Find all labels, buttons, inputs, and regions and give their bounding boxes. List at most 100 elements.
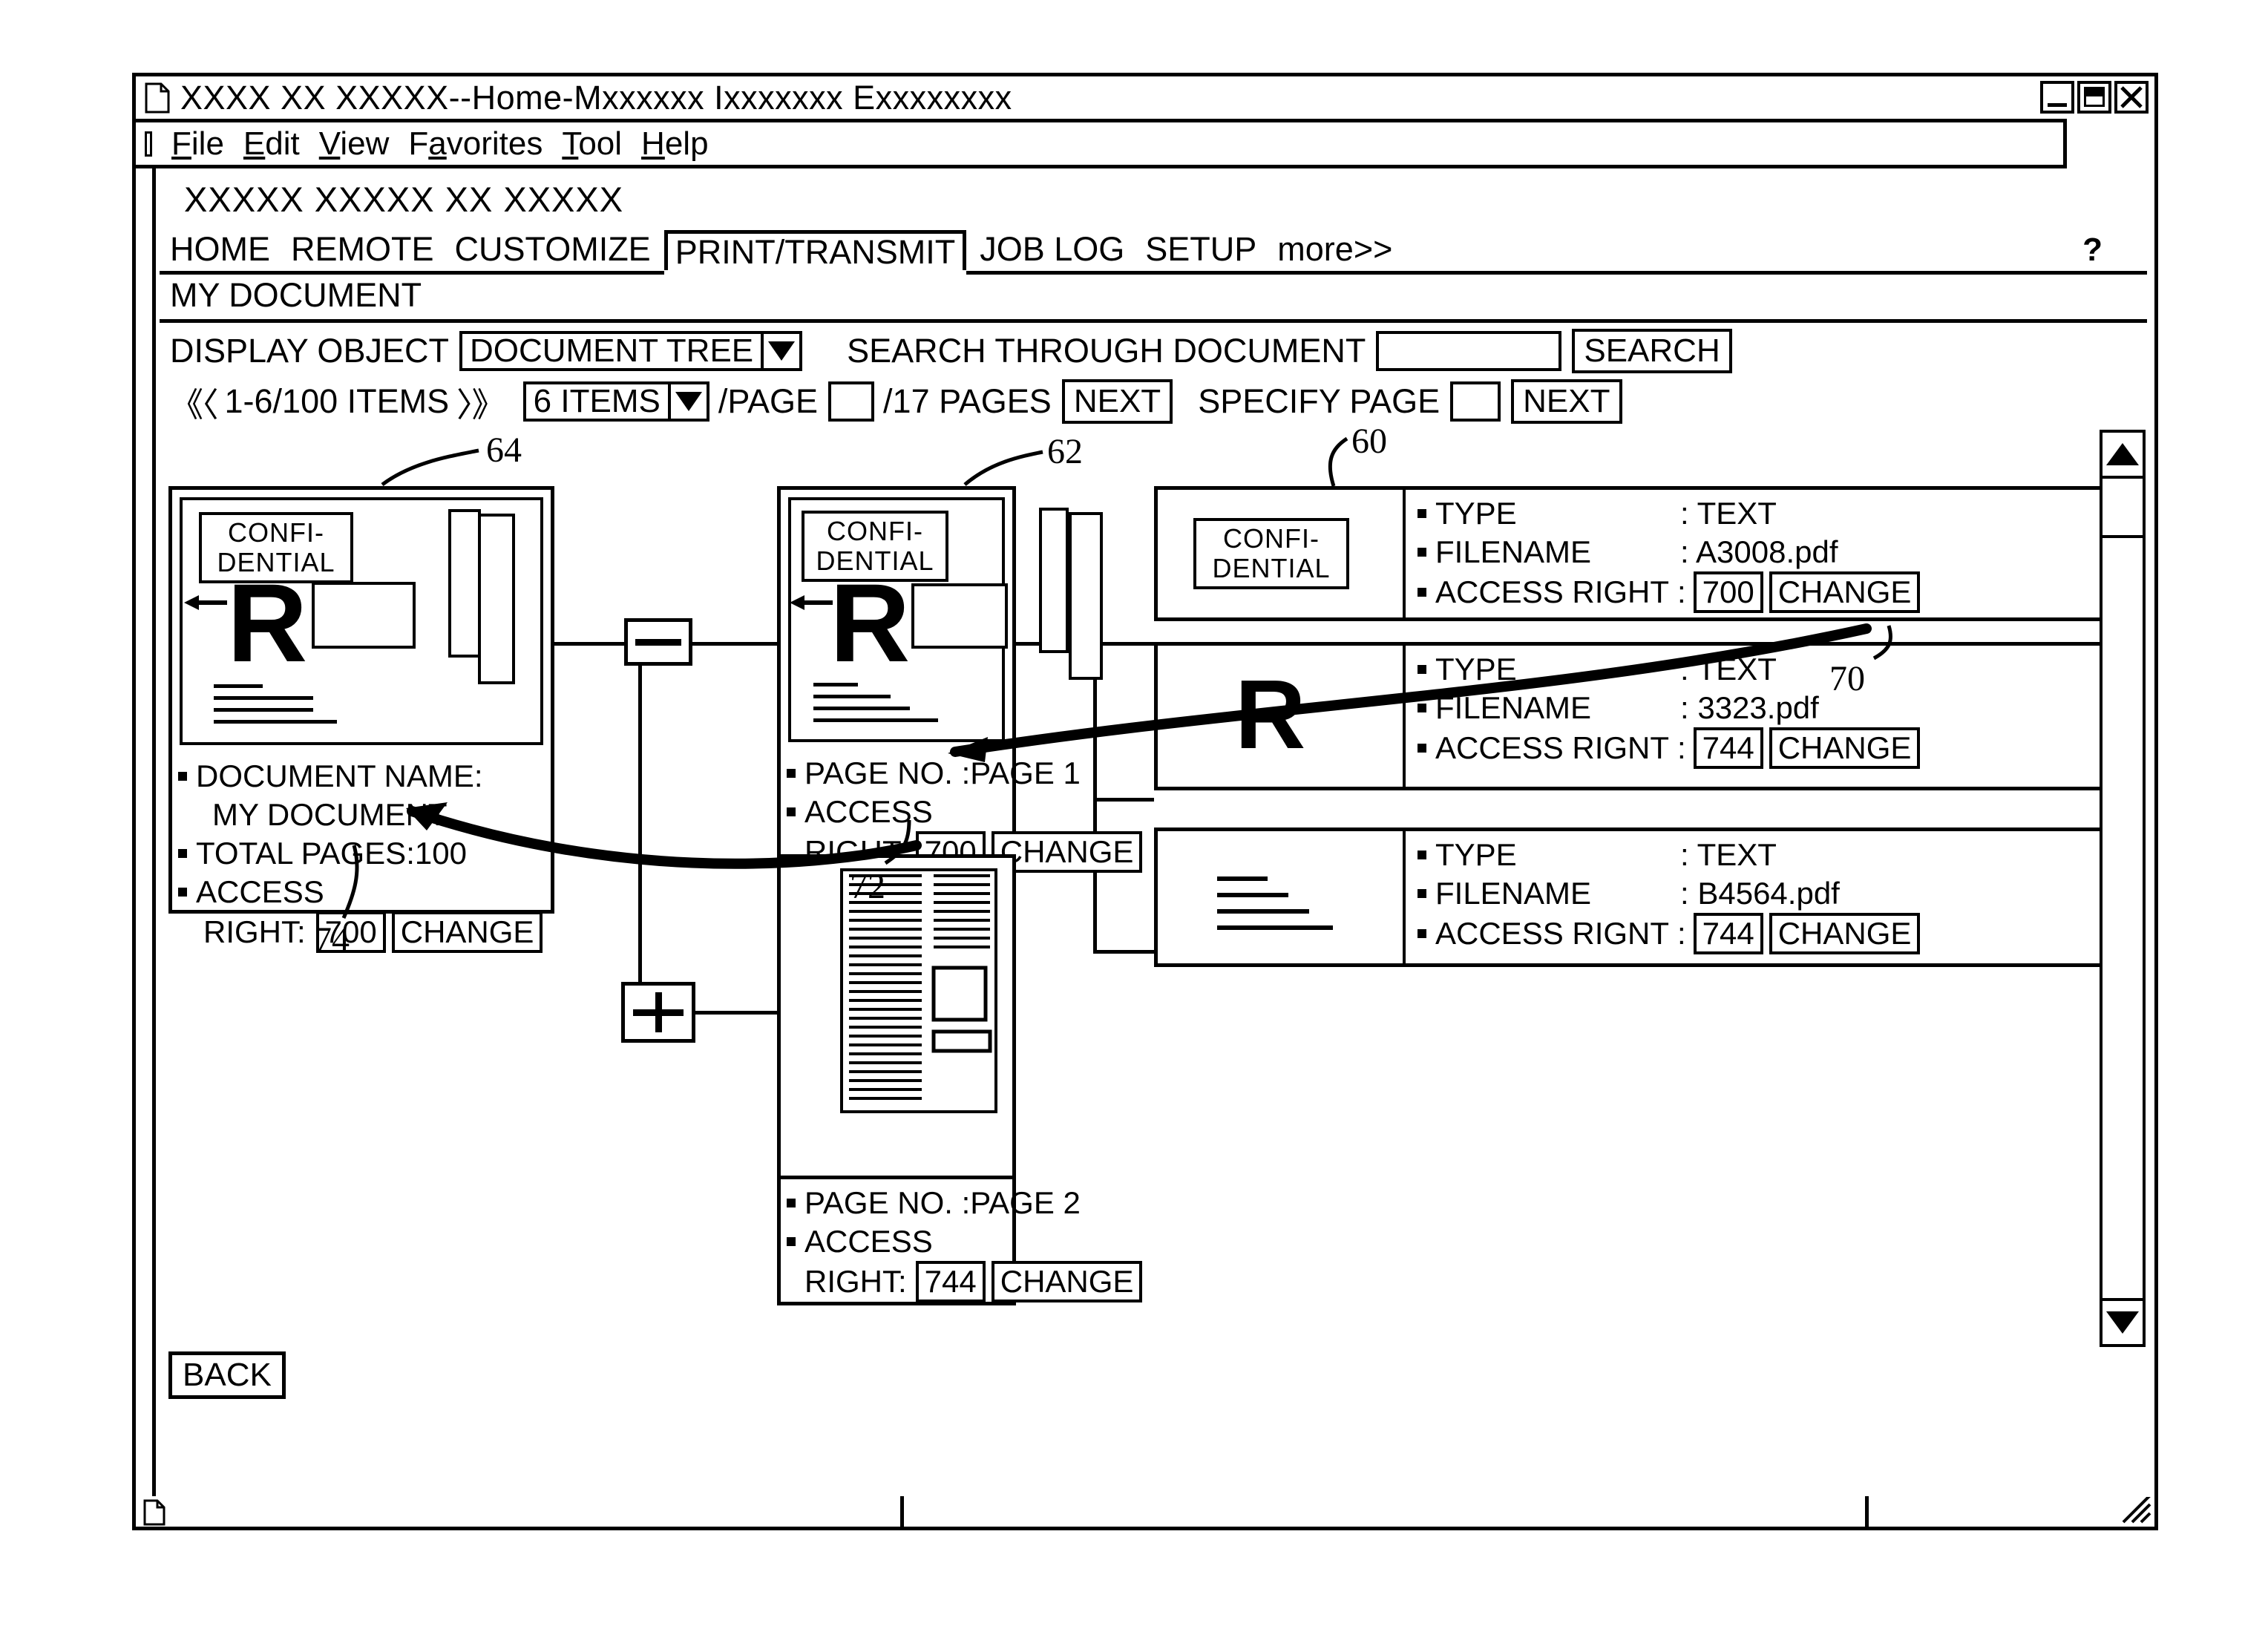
expand-toggle[interactable] [621,982,695,1043]
breadcrumb-label: MY DOCUMENT [170,276,422,314]
change-button[interactable]: CHANGE [1769,913,1921,954]
bullet-icon [1418,851,1426,859]
bullet-icon [787,769,796,778]
type-value: : TEXT [1680,837,1777,872]
preview-text-line [214,720,337,724]
back-button[interactable]: BACK [168,1351,286,1399]
scrollbar-thumb[interactable] [2103,479,2143,538]
minimize-button[interactable] [2040,81,2074,114]
tab-more[interactable]: more>> [1267,228,1403,271]
connector-file-2 [1093,798,1154,802]
page-node-card-2[interactable]: PAGE NO. :PAGE 2 ACCESS RIGHT: 744 CHANG… [777,854,1143,1305]
file-node-card-3[interactable]: TYPE : TEXT FILENAME : B4564.pdf ACCESS … [1154,828,2141,967]
specify-page-label: SPECIFY PAGE [1198,382,1441,420]
scroll-up-button[interactable] [2103,433,2143,479]
search-button[interactable]: SEARCH [1572,329,1732,373]
document-node-card[interactable]: CONFI- DENTIAL R DOCUMENT NAME: MY DOCUM… [168,486,554,953]
toolbar-area: DISPLAY OBJECT DOCUMENT TREE SEARCH THRO… [160,323,2147,427]
preview-text-line [214,684,263,688]
tab-job-log[interactable]: JOB LOG [969,228,1135,271]
pager-last-arrows[interactable]: 〉》 [456,378,505,426]
access-right-value[interactable]: 744 [1693,913,1763,954]
page-node-preview-1: CONFI- DENTIAL R [788,497,1103,742]
bullet-icon [1418,929,1426,938]
resize-grip-icon[interactable] [2107,1497,2151,1525]
document-name-key: DOCUMENT NAME: [196,758,483,793]
preview-letter: R [830,560,911,685]
menu-item-view[interactable]: View [319,125,390,163]
chevron-down-icon[interactable] [761,334,799,368]
items-per-page-select[interactable]: 6 ITEMS [522,381,709,422]
preview-bar-1 [448,509,481,658]
menu-item-favorites[interactable]: Favorites [408,125,543,163]
search-input[interactable] [1376,331,1562,371]
menu-item-file[interactable]: File [171,125,224,163]
window-titlebar: XXXX XX XXXXX--Home-Mxxxxxx Ixxxxxxx Exx… [136,76,2154,122]
preview-text-line [813,695,891,698]
specify-page-input[interactable] [1450,381,1501,422]
help-icon[interactable]: ? [2082,232,2103,269]
menu-item-help[interactable]: Help [641,125,709,163]
tab-remote[interactable]: REMOTE [281,228,445,271]
total-pages-row: TOTAL PAGES:100 [178,834,551,873]
search-label: SEARCH THROUGH DOCUMENT [847,332,1366,370]
tab-home[interactable]: HOME [160,228,281,271]
pager-first-arrows[interactable]: 《〈 [170,378,219,426]
change-button[interactable]: CHANGE [991,1261,1143,1302]
patent-figure-page: XXXX XX XXXXX--Home-Mxxxxxx Ixxxxxxx Exx… [0,0,2268,1632]
type-row: TYPE : TEXT [1418,836,2137,874]
access-right-value[interactable]: 700 [1693,571,1763,613]
status-divider-2 [1865,1496,1869,1527]
callout-74: 74 [314,920,350,960]
file-node-card-2[interactable]: R TYPE : TEXT FILENAME : 3323.pdf ACCESS… [1154,642,2141,790]
specify-page-next-button[interactable]: NEXT [1511,379,1622,424]
callout-60: 60 [1351,422,1387,461]
display-object-select[interactable]: DOCUMENT TREE [459,331,803,371]
filename-value: : B4564.pdf [1680,876,1840,911]
chevron-down-icon[interactable] [667,384,707,419]
change-button[interactable]: CHANGE [1769,727,1921,769]
menu-item-edit[interactable]: Edit [243,125,300,163]
pager-range: 1-6/100 ITEMS [224,382,450,420]
preview-text-line [214,696,313,700]
page-number-input[interactable] [828,381,875,422]
collapse-toggle[interactable] [624,618,692,666]
type-value: : TEXT [1680,496,1777,531]
file-node-card-1[interactable]: CONFI- DENTIAL TYPE : TEXT FILENAME: A3… [1154,486,2141,621]
application-body: XXXXX XXXXX XX XXXXX HOME REMOTE CUSTOMI… [136,168,2154,1524]
access-right-value[interactable]: 744 [915,1261,986,1302]
page-node-card-1[interactable]: CONFI- DENTIAL R PAGE NO.:PAGE 1 ACCESS… [777,486,1143,873]
tab-customize[interactable]: CUSTOMIZE [445,228,661,271]
items-per-page-value: 6 ITEMS [533,383,661,419]
change-button[interactable]: CHANGE [1769,571,1921,613]
bullet-icon [1418,744,1426,753]
menu-grip-handle[interactable] [145,131,152,157]
maximize-button[interactable] [2077,81,2111,114]
filename-value: : A3008.pdf [1680,534,1838,569]
tab-print-transmit[interactable]: PRINT/TRANSMIT [663,230,967,275]
connector-toggle2-to-page2 [692,1011,777,1015]
callout-70: 70 [1829,659,1865,698]
access-right-value[interactable]: 744 [1693,727,1763,769]
file-info-1: TYPE : TEXT FILENAME : A3008.pdf ACCESS … [1406,490,2137,617]
vertical-scrollbar[interactable] [2100,430,2146,1347]
bullet-icon [1418,548,1426,557]
document-tree-canvas: CONFI- DENTIAL R DOCUMENT NAME: MY DOCUM… [160,422,2147,1347]
filename-row: FILENAME : 3323.pdf [1418,689,2137,727]
file-icon-area-1: CONFI- DENTIAL [1158,490,1406,617]
preview-bar-2 [1069,512,1103,680]
bullet-icon [178,849,187,858]
window-controls [2040,81,2149,114]
close-button[interactable] [2114,81,2149,114]
change-button[interactable]: CHANGE [391,911,543,953]
next-page-button[interactable]: NEXT [1061,379,1173,424]
application-body-inner: XXXXX XXXXX XX XXXXX HOME REMOTE CUSTOMI… [152,168,2147,1524]
page-no-row: PAGE NO. :PAGE 2 [787,1184,1081,1222]
tab-setup[interactable]: SETUP [1135,228,1267,271]
document-node-meta: DOCUMENT NAME: MY DOCUMENT TOTAL PAGES:1… [172,753,551,959]
scroll-down-button[interactable] [2103,1298,2143,1344]
menu-bar: File Edit View Favorites Tool Help [136,119,2154,168]
preview-bar-1 [1039,508,1069,653]
pages-total-label: /17 PAGES [883,382,1052,420]
menu-item-tool[interactable]: Tool [562,125,622,163]
